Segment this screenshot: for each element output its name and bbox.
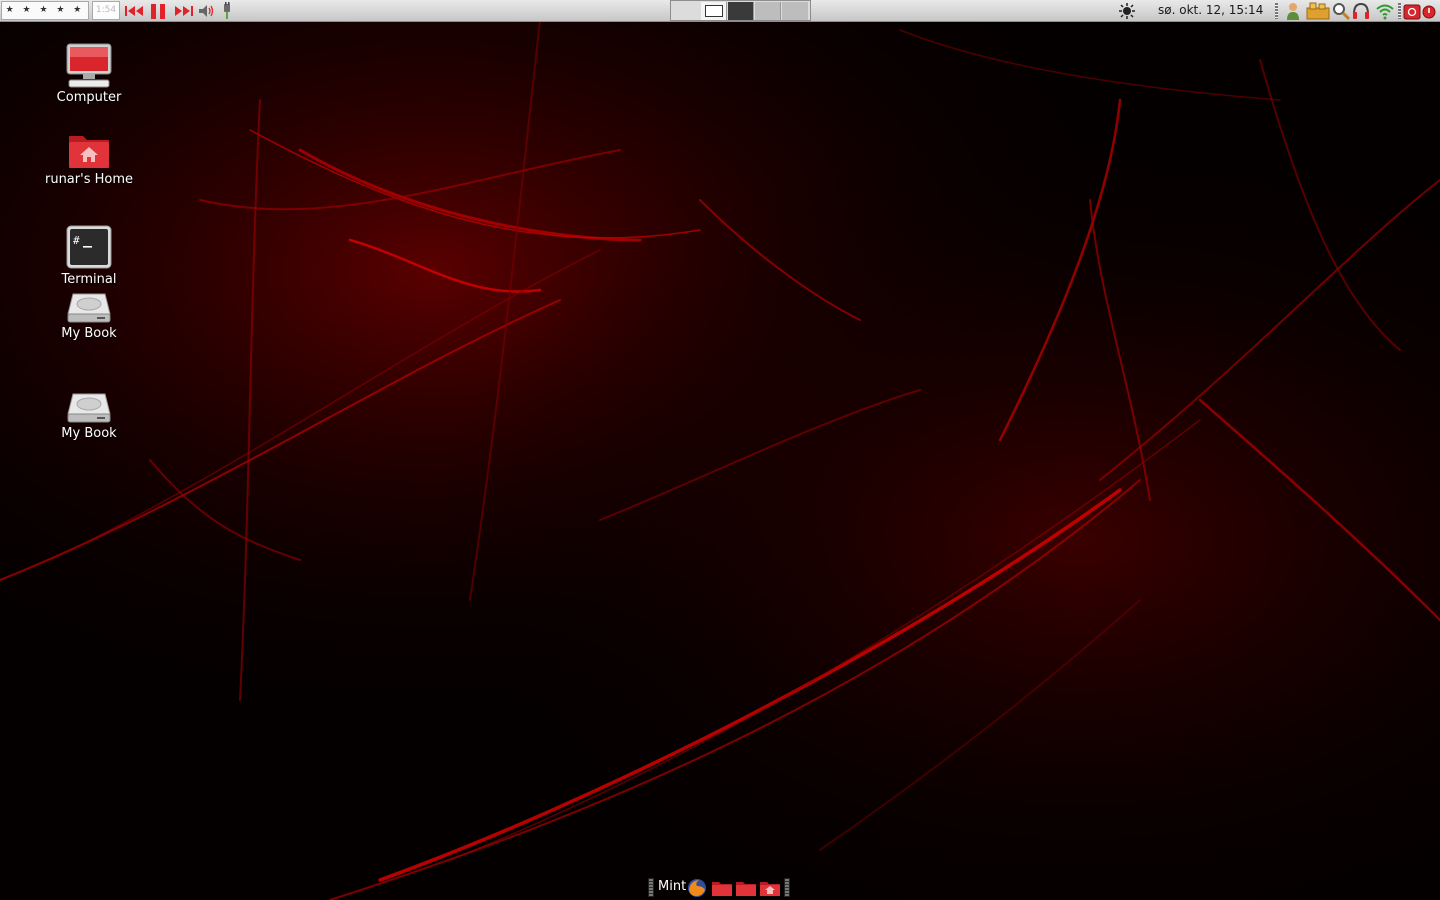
- desktop-icon-home[interactable]: runar's Home: [34, 128, 144, 188]
- desktop-icon-label: runar's Home: [44, 172, 133, 187]
- svg-text:#: #: [73, 234, 80, 247]
- desktop-wallpaper: [0, 0, 1440, 900]
- wifi-icon[interactable]: [1375, 2, 1395, 20]
- search-icon[interactable]: [1332, 2, 1350, 20]
- next-icon[interactable]: [172, 3, 194, 19]
- folder-icon[interactable]: [735, 880, 757, 897]
- drive-icon: [67, 393, 111, 423]
- dock-handle-right[interactable]: [784, 878, 790, 897]
- headphones-icon[interactable]: [1352, 2, 1370, 20]
- pause-icon[interactable]: [149, 3, 169, 19]
- home-folder-icon[interactable]: [759, 880, 781, 897]
- folder-icon[interactable]: [711, 880, 733, 897]
- song-rating[interactable]: ★ ★ ★ ★ ★: [1, 1, 89, 20]
- desktop-icon-label: My Book: [61, 326, 117, 341]
- firefox-icon[interactable]: [687, 878, 707, 898]
- terminal-icon: #: [66, 225, 112, 269]
- panel-separator: [1398, 3, 1401, 19]
- track-elapsed-time: 1:54: [92, 1, 120, 20]
- desktop-icon-computer[interactable]: Computer: [34, 42, 144, 106]
- user-icon[interactable]: [1285, 2, 1301, 20]
- workspace-switcher[interactable]: [670, 0, 811, 21]
- dock-handle-left[interactable]: [648, 878, 654, 897]
- drive-icon: [67, 293, 111, 323]
- desktop-icon-mybook-1[interactable]: My Book: [34, 290, 144, 342]
- previous-icon[interactable]: [124, 3, 146, 19]
- mint-menu-button[interactable]: Mint: [658, 879, 686, 895]
- workspace-1[interactable]: [701, 2, 727, 20]
- brightness-icon[interactable]: [1118, 2, 1136, 20]
- workspace-4[interactable]: [782, 2, 808, 20]
- desktop-icon-label: Computer: [56, 90, 122, 105]
- home-folder-icon: [69, 136, 109, 168]
- workspace-3[interactable]: [755, 2, 781, 20]
- power-plug-icon[interactable]: [220, 2, 234, 20]
- desktop-icon-label: My Book: [61, 426, 117, 441]
- volume-icon[interactable]: [197, 3, 217, 19]
- workspace-2[interactable]: [728, 2, 754, 20]
- clock[interactable]: sø. okt. 12, 15:14: [1158, 0, 1263, 21]
- bottom-dock: Mint: [646, 876, 792, 899]
- top-panel: ★ ★ ★ ★ ★ 1:54 sø. okt. 12, 15:14: [0, 0, 1440, 22]
- panel-separator: [1275, 3, 1278, 19]
- computer-icon: [66, 43, 112, 88]
- package-icon[interactable]: [1306, 2, 1330, 20]
- desktop-icon-label: Terminal: [61, 272, 117, 287]
- desktop-icon-terminal[interactable]: # Terminal: [34, 224, 144, 288]
- desktop-icon-mybook-2[interactable]: My Book: [34, 390, 144, 442]
- shutdown-icon[interactable]: [1403, 2, 1437, 20]
